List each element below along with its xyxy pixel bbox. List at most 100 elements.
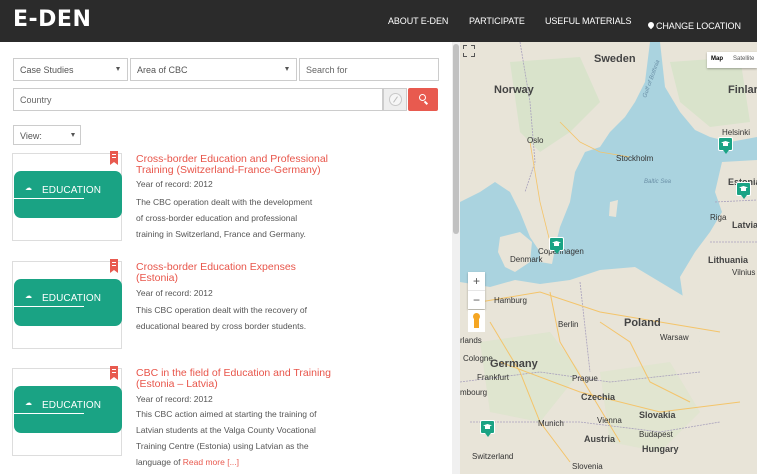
- bookmark-icon[interactable]: [110, 366, 118, 380]
- fullscreen-button[interactable]: [463, 45, 475, 57]
- map-marker[interactable]: [718, 137, 733, 155]
- street-view-pegman-icon[interactable]: [468, 310, 485, 332]
- result-thumbnail[interactable]: ☁ EDUCATION: [12, 368, 122, 456]
- map-label: Finlar: [728, 84, 757, 96]
- result-year: Year of record: 2012: [136, 288, 213, 298]
- badge-divider: [14, 413, 84, 414]
- result-description: This CBC operation dealt with the recove…: [136, 302, 336, 334]
- map-label: Czechia: [581, 392, 616, 402]
- nav-change-location[interactable]: CHANGE LOCATION: [648, 16, 741, 34]
- nav-change-location-label: CHANGE LOCATION: [656, 21, 741, 31]
- clear-icon: [389, 93, 402, 106]
- search-input[interactable]: Search for: [299, 58, 439, 81]
- graduation-cap-icon: ☁: [25, 400, 32, 407]
- result-title[interactable]: CBC in the field of Education and Traini…: [136, 368, 331, 390]
- clear-button[interactable]: [383, 88, 407, 111]
- search-icon: [419, 94, 426, 101]
- map-type-control: Map Satellite: [707, 52, 757, 68]
- desc-line: This CBC operation dealt with the recove…: [136, 305, 308, 315]
- map-label: Warsaw: [660, 333, 689, 342]
- graduation-cap-icon: ☁: [25, 185, 32, 192]
- graduation-cap-icon: ☁: [25, 293, 32, 300]
- desc-line: Training Centre (Estonia) using Latvian …: [136, 441, 309, 451]
- result-title-line: (Estonia – Latvia): [136, 378, 218, 390]
- desc-line: educational beared by cross border stude…: [136, 321, 307, 331]
- result-title-line: (Estonia): [136, 272, 179, 284]
- map-label: Slovakia: [639, 410, 676, 420]
- map-type-map[interactable]: Map: [711, 56, 723, 62]
- map-label: Slovenia: [572, 462, 603, 471]
- read-more-link[interactable]: Read more [...]: [183, 457, 239, 467]
- results-scrollbar[interactable]: [452, 42, 460, 474]
- zoom-in-button[interactable]: +: [468, 272, 485, 290]
- map-label: Munich: [538, 419, 564, 428]
- map-marker[interactable]: [549, 237, 564, 255]
- map-label: Switzerland: [472, 452, 514, 461]
- map-label: Hungary: [642, 444, 679, 454]
- map-label: mbourg: [460, 388, 488, 397]
- area-select-value: Area of CBC: [137, 65, 188, 75]
- desc-line: This CBC action aimed at starting the tr…: [136, 409, 317, 419]
- chevron-down-icon: [71, 133, 75, 137]
- map-label: Germany: [490, 358, 538, 370]
- map-label: Norway: [494, 84, 534, 96]
- category-select[interactable]: Case Studies: [13, 58, 128, 81]
- map-label: Berlin: [558, 320, 579, 329]
- badge-divider: [14, 198, 84, 199]
- country-input[interactable]: Country: [13, 88, 383, 111]
- result-title[interactable]: Cross-border Education and Professional …: [136, 154, 328, 176]
- nav-useful-materials[interactable]: USEFUL MATERIALS: [545, 16, 632, 26]
- map-label: Frankfurt: [477, 373, 510, 382]
- map-label: rlands: [460, 336, 482, 345]
- desc-line: language of Read more [...]: [136, 454, 336, 470]
- bookmark-icon[interactable]: [110, 259, 118, 273]
- map-view[interactable]: Map Satellite Sweden Norway Finlar Gulf …: [460, 42, 757, 474]
- result-year: Year of record: 2012: [136, 394, 213, 404]
- zoom-out-button[interactable]: −: [468, 290, 485, 308]
- result-title-line: Training (Switzerland-France-Germany): [136, 164, 321, 176]
- site-logo[interactable]: E-DEN: [13, 7, 91, 32]
- result-thumbnail[interactable]: ☁ EDUCATION: [12, 261, 122, 349]
- map-label: Baltic Sea: [644, 179, 672, 185]
- map-label: Oslo: [527, 136, 544, 145]
- result-description: This CBC action aimed at starting the tr…: [136, 406, 336, 470]
- map-label: Helsinki: [722, 128, 751, 137]
- bookmark-icon[interactable]: [110, 151, 118, 165]
- map-label: Poland: [624, 317, 661, 329]
- search-button[interactable]: [408, 88, 438, 111]
- map-label: Budapest: [639, 430, 673, 439]
- map-type-satellite[interactable]: Satellite: [733, 56, 754, 62]
- map-label: Denmark: [510, 255, 543, 264]
- location-pin-icon: [648, 22, 654, 29]
- desc-line: Latvian students at the Valga County Voc…: [136, 425, 316, 435]
- scrollbar-thumb[interactable]: [453, 44, 459, 234]
- zoom-control: + −: [468, 272, 485, 309]
- nav-participate[interactable]: PARTICIPATE: [469, 16, 525, 26]
- map-label: Stockholm: [616, 154, 654, 163]
- result-thumbnail[interactable]: ☁ EDUCATION: [12, 153, 122, 241]
- map-label: Vilnius: [732, 268, 756, 277]
- education-badge: ☁ EDUCATION: [14, 386, 122, 433]
- badge-divider: [14, 306, 84, 307]
- badge-label: EDUCATION: [42, 185, 102, 196]
- map-label: Lithuania: [708, 255, 748, 265]
- desc-line: The CBC operation dealt with the develop…: [136, 197, 313, 207]
- map-label: Hamburg: [494, 296, 527, 305]
- badge-label: EDUCATION: [42, 293, 102, 304]
- chevron-down-icon: [116, 67, 120, 71]
- map-label: Cologne: [463, 354, 493, 363]
- result-description: The CBC operation dealt with the develop…: [136, 194, 336, 242]
- nav-about[interactable]: ABOUT E-DEN: [388, 16, 448, 26]
- country-placeholder: Country: [20, 95, 52, 105]
- education-badge: ☁ EDUCATION: [14, 279, 122, 326]
- map-label: Sweden: [594, 53, 636, 65]
- result-title[interactable]: Cross-border Education Expenses (Estonia…: [136, 262, 296, 284]
- map-label: Riga: [710, 213, 727, 222]
- area-select[interactable]: Area of CBC: [130, 58, 297, 81]
- map-marker[interactable]: [480, 420, 495, 438]
- map-marker[interactable]: [736, 182, 751, 200]
- view-select[interactable]: View:: [13, 125, 81, 145]
- category-select-value: Case Studies: [20, 65, 74, 75]
- badge-label: EDUCATION: [42, 400, 102, 411]
- education-badge: ☁ EDUCATION: [14, 171, 122, 218]
